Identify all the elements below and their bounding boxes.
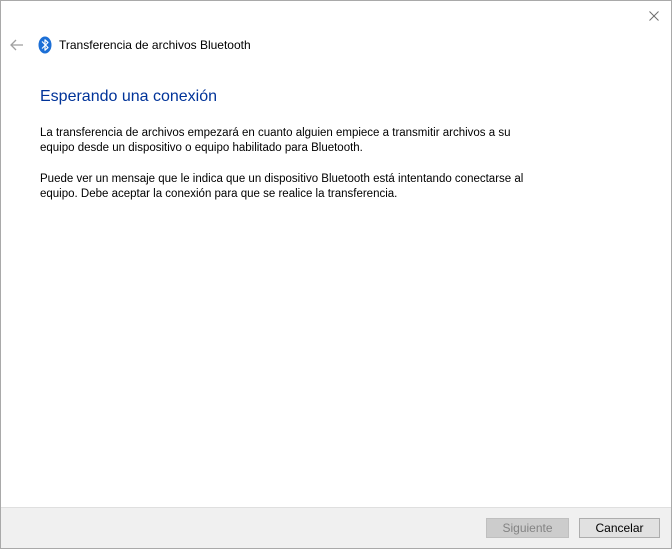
- window-title: Transferencia de archivos Bluetooth: [59, 38, 251, 52]
- dialog-header: Transferencia de archivos Bluetooth: [1, 34, 671, 58]
- instruction-paragraph-1: La transferencia de archivos empezará en…: [40, 126, 560, 156]
- next-button[interactable]: Siguiente: [486, 518, 569, 538]
- cancel-button[interactable]: Cancelar: [579, 518, 660, 538]
- bluetooth-icon: [38, 36, 52, 54]
- paragraph-2-line-2: equipo. Debe aceptar la conexión para qu…: [40, 188, 398, 200]
- back-button[interactable]: [7, 35, 27, 55]
- paragraph-1-line-1: La transferencia de archivos empezará en…: [40, 127, 511, 139]
- close-button[interactable]: [643, 5, 665, 27]
- back-arrow-icon: [10, 39, 23, 51]
- dialog-footer: Siguiente Cancelar: [1, 507, 671, 548]
- page-heading: Esperando una conexión: [40, 88, 218, 105]
- close-icon: [649, 11, 659, 21]
- paragraph-1-line-2: equipo desde un dispositivo o equipo hab…: [40, 142, 363, 154]
- dialog-window: Transferencia de archivos Bluetooth Espe…: [0, 0, 672, 549]
- instruction-paragraph-2: Puede ver un mensaje que le indica que u…: [40, 172, 560, 202]
- paragraph-2-line-1: Puede ver un mensaje que le indica que u…: [40, 173, 524, 185]
